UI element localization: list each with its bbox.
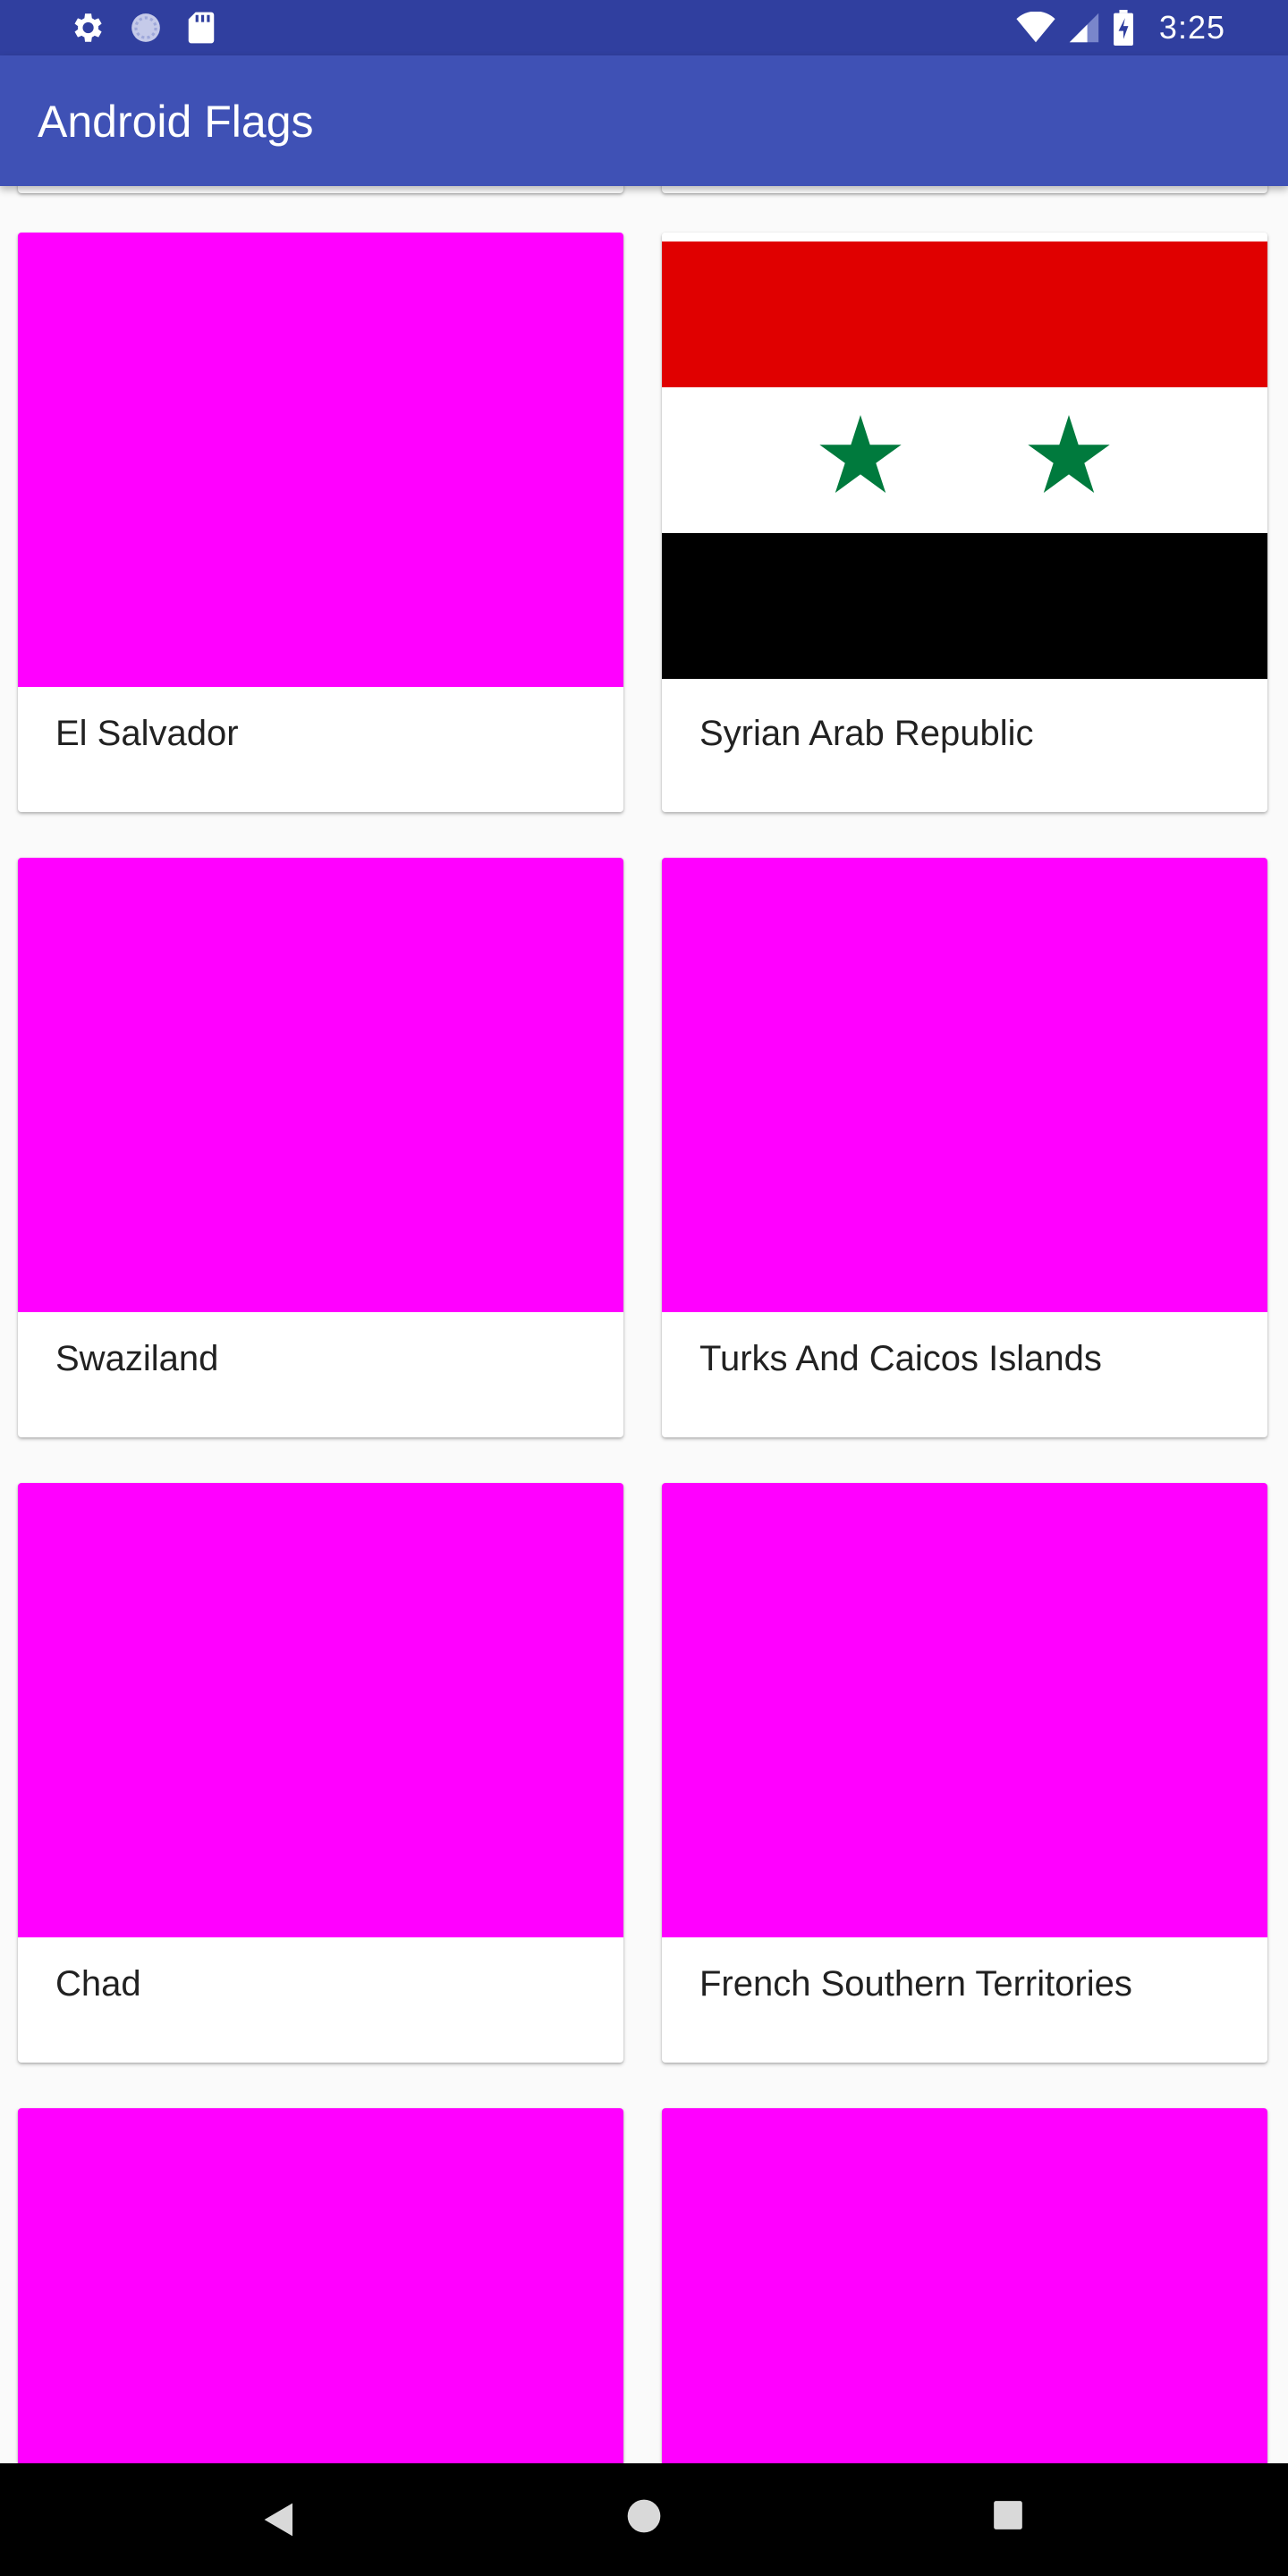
syria-flag-image: [662, 233, 1267, 687]
back-button[interactable]: [258, 2496, 304, 2543]
recents-button[interactable]: [991, 2498, 1025, 2532]
flag-image-placeholder: [18, 858, 623, 1312]
wifi-icon: [1016, 12, 1055, 43]
flag-name: Chad: [55, 1964, 141, 2004]
flag-image-placeholder: [18, 2108, 623, 2463]
flag-name: Syrian Arab Republic: [699, 714, 1034, 753]
signal-icon: [1069, 13, 1099, 43]
flag-card-chad[interactable]: Chad: [18, 1483, 623, 2063]
flag-card-partial[interactable]: [662, 186, 1267, 193]
sd-card-icon: [188, 12, 215, 44]
system-status: 3:25: [1016, 9, 1225, 47]
gear-icon: [74, 13, 102, 42]
flag-image-placeholder: [662, 1483, 1267, 1937]
status-bar: 3:25: [0, 0, 1288, 55]
flag-image-placeholder: [662, 858, 1267, 1312]
flag-card-syria[interactable]: Syrian Arab Republic: [662, 233, 1267, 812]
notification-icons: [68, 9, 216, 47]
battery-icon: [1114, 10, 1133, 46]
flag-card-partial[interactable]: [18, 186, 623, 193]
flag-card[interactable]: [662, 2108, 1267, 2463]
flag-image-placeholder: [18, 233, 623, 687]
flag-card-turks-and-caicos[interactable]: Turks And Caicos Islands: [662, 858, 1267, 1437]
flag-card-french-southern-territories[interactable]: French Southern Territories: [662, 1483, 1267, 2063]
flag-grid: El Salvador Syrian Arab Republic Swazila…: [0, 186, 1288, 2463]
home-button[interactable]: [624, 2496, 664, 2536]
sync-icon: [131, 13, 160, 42]
flag-name: El Salvador: [55, 714, 239, 753]
flag-name: Swaziland: [55, 1339, 219, 1378]
flag-card-swaziland[interactable]: Swaziland: [18, 858, 623, 1437]
navigation-bar: [0, 2463, 1288, 2576]
flag-card-el-salvador[interactable]: El Salvador: [18, 233, 623, 812]
app-title: Android Flags: [38, 97, 314, 147]
clock: 3:25: [1158, 9, 1225, 46]
flag-image-placeholder: [18, 1483, 623, 1937]
flag-card[interactable]: [18, 2108, 623, 2463]
flag-name: Turks And Caicos Islands: [699, 1339, 1102, 1378]
flag-name: French Southern Territories: [699, 1964, 1132, 2004]
app-bar: Android Flags: [0, 55, 1288, 186]
flag-image-placeholder: [662, 2108, 1267, 2463]
